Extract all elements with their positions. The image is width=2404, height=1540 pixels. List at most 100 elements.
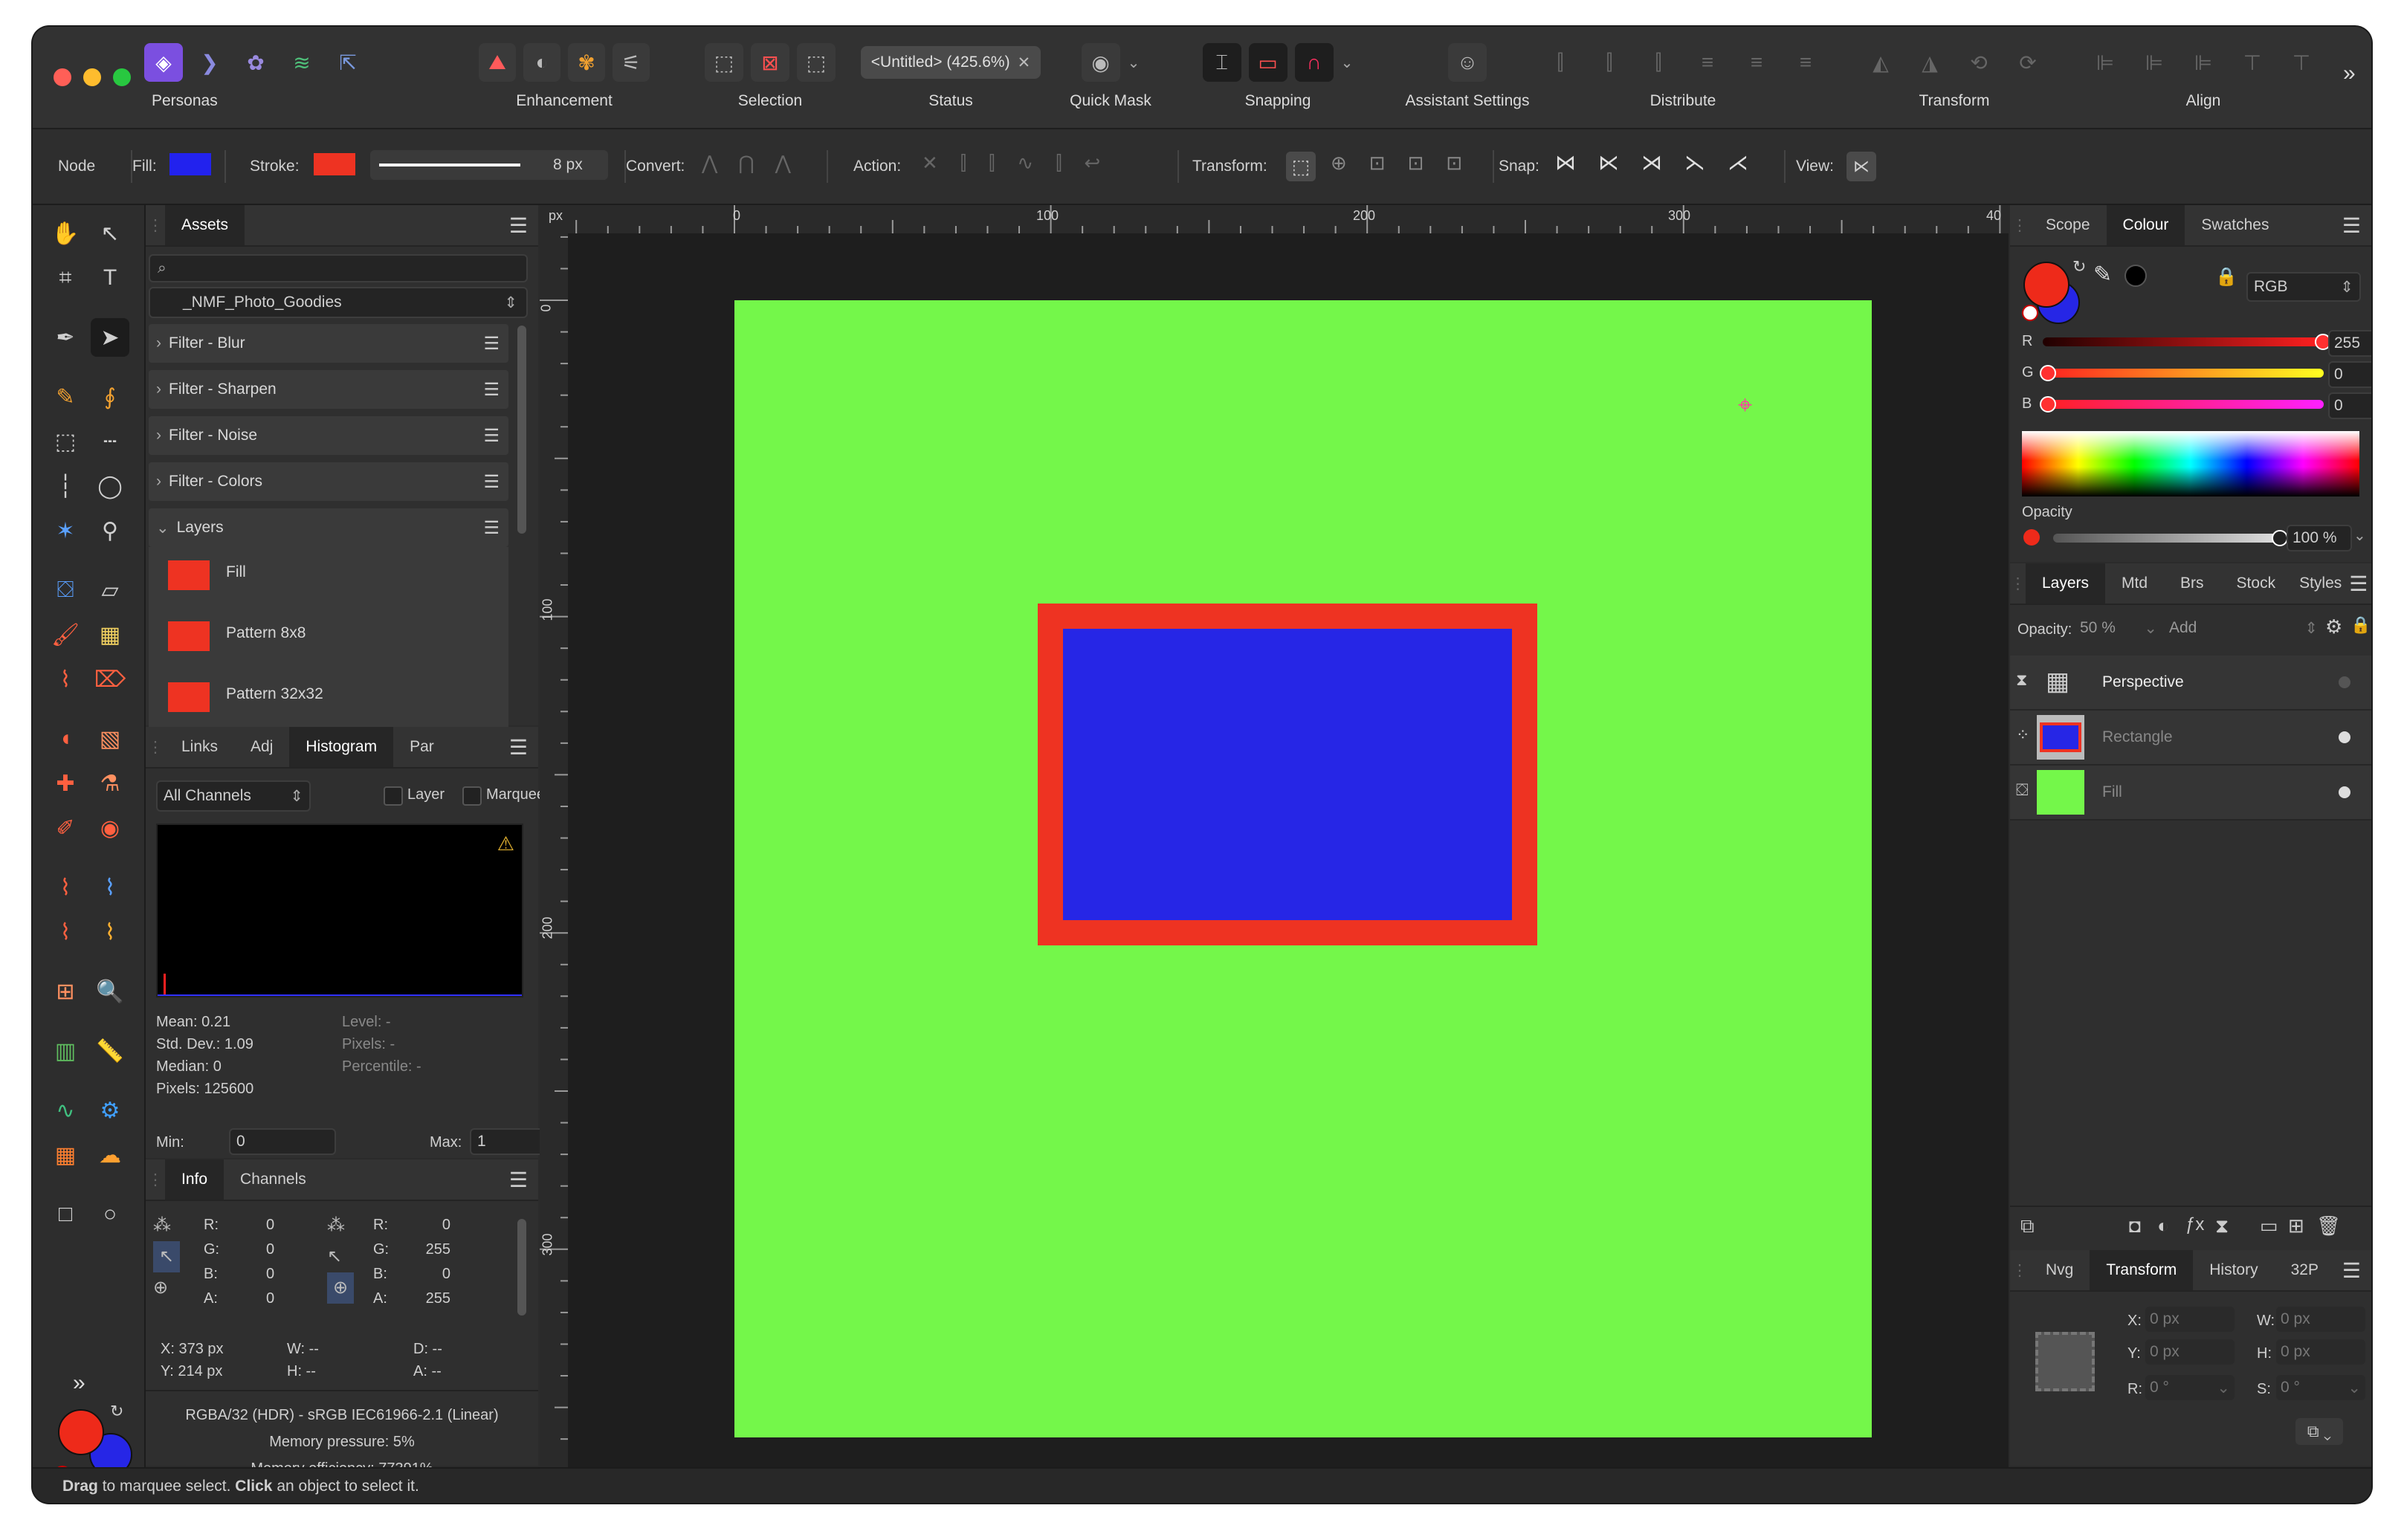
asset-group-row[interactable]: › Filter - Blur ☰ bbox=[149, 324, 508, 363]
tone-mapping-persona-icon[interactable]: ≋ bbox=[282, 43, 321, 82]
tab-history[interactable]: History bbox=[2193, 1250, 2274, 1290]
crosshair-icon[interactable]: ⊕ bbox=[153, 1272, 180, 1304]
pen-tool-icon[interactable]: ✒ bbox=[46, 318, 85, 357]
add-group-icon[interactable]: ▭ bbox=[2260, 1214, 2278, 1238]
delete-layer-icon[interactable]: 🗑 bbox=[2316, 1214, 2341, 1238]
red-eye-tool-icon[interactable]: ◉ bbox=[91, 809, 129, 847]
min-input[interactable]: 0 bbox=[229, 1128, 336, 1155]
flood-fill-tool-icon[interactable]: ⛋ bbox=[46, 571, 85, 609]
median-brush-tool-icon[interactable]: ⌇ bbox=[91, 913, 129, 951]
transform-options-icons[interactable]: ⊕⊡⊡⊡ bbox=[1331, 152, 1484, 175]
tab-layers[interactable]: Layers bbox=[2026, 563, 2106, 604]
no-colour-icon[interactable] bbox=[2022, 305, 2038, 321]
layer-checkbox[interactable] bbox=[384, 786, 403, 806]
flood-select-tool-icon[interactable]: ✶ bbox=[46, 511, 85, 550]
action-icons[interactable]: ✕⫿⫿∿⫿↩ bbox=[922, 152, 1122, 175]
stroke-swatch[interactable] bbox=[314, 153, 355, 175]
asset-group-row-expanded[interactable]: ⌄ Layers ☰ bbox=[149, 508, 508, 547]
top-ruler[interactable]: px 0 100 200 300 40 bbox=[540, 205, 2009, 233]
channel-select[interactable]: All Channels ⇕ bbox=[156, 780, 311, 812]
g-slider[interactable] bbox=[2040, 365, 2324, 381]
color-replacement-tool-icon[interactable]: ⌇ bbox=[46, 660, 85, 699]
photo-persona-icon[interactable]: ◈ bbox=[144, 43, 183, 82]
adjustment-icon[interactable]: ◐ bbox=[2157, 1214, 2169, 1238]
rectangular-marquee-icon[interactable]: ⬚ bbox=[46, 422, 85, 461]
b-value-input[interactable]: 0 bbox=[2328, 392, 2371, 419]
asset-group-row[interactable]: › Filter - Colors ☰ bbox=[149, 462, 508, 501]
panel-menu-icon[interactable]: ☰ bbox=[509, 213, 528, 238]
pixel-tool-icon[interactable]: ▦ bbox=[91, 615, 129, 654]
invert-selection-icon[interactable]: ⬚ bbox=[797, 43, 836, 82]
layer-row-fill[interactable]: ⛋ Fill bbox=[2010, 766, 2371, 821]
group-menu-icon[interactable]: ☰ bbox=[483, 425, 500, 447]
toolbar-overflow-icon[interactable]: » bbox=[2343, 61, 2356, 86]
colour-model-select[interactable]: RGB ⇕ bbox=[2246, 272, 2361, 302]
rotation-input[interactable]: 0 ° ⌄ bbox=[2145, 1375, 2235, 1400]
layer-visibility-toggle[interactable] bbox=[2339, 786, 2350, 798]
mask-layer-icon[interactable]: ◘ bbox=[2129, 1214, 2141, 1238]
opacity-chevron-icon[interactable]: ⌄ bbox=[2353, 526, 2366, 545]
group-menu-icon[interactable]: ☰ bbox=[483, 471, 500, 493]
tab-transform[interactable]: Transform bbox=[2090, 1250, 2194, 1290]
layer-lock-icon[interactable]: 🔒 bbox=[2350, 615, 2371, 635]
opacity-slider-thumb[interactable] bbox=[2272, 530, 2288, 546]
shear-input[interactable]: 0 ° ⌄ bbox=[2276, 1375, 2365, 1400]
deselect-icon[interactable]: ⊠ bbox=[751, 43, 789, 82]
document-canvas[interactable]: ⌖ bbox=[734, 300, 1872, 1437]
flip-horizontal-icon[interactable]: ◭ bbox=[1861, 43, 1900, 82]
group-menu-icon[interactable]: ☰ bbox=[483, 333, 500, 355]
distribute-6-icon[interactable]: ≡ bbox=[1786, 43, 1825, 82]
layer-comp-icon[interactable]: ⧉ bbox=[2020, 1214, 2035, 1238]
freehand-selection-tool-icon[interactable]: ∮ bbox=[91, 378, 129, 416]
rectangle-stroke[interactable] bbox=[1038, 604, 1537, 945]
canvas-area[interactable]: px 0 100 200 300 40 0 100 200 300 ⌖ bbox=[539, 205, 2009, 1497]
align-top-icon[interactable]: ⊤ bbox=[2233, 43, 2272, 82]
distribute-2-icon[interactable]: ⫿ bbox=[1590, 43, 1629, 82]
colour-sample-icon[interactable]: ⁂ bbox=[327, 1210, 354, 1241]
levels-icon[interactable]: ⛰ bbox=[479, 43, 516, 82]
tab-32p[interactable]: 32P bbox=[2275, 1250, 2335, 1290]
swap-colours-icon[interactable]: ↻ bbox=[2072, 257, 2086, 276]
asset-thumbnail[interactable] bbox=[168, 621, 210, 651]
align-center-icon[interactable]: ⊫ bbox=[2135, 43, 2174, 82]
colour-sample-icon[interactable]: ⁂ bbox=[153, 1210, 180, 1241]
chevron-down-icon[interactable]: ⌄ bbox=[1128, 54, 1140, 72]
layer-visibility-toggle[interactable] bbox=[2339, 731, 2350, 743]
convert-icons[interactable]: ⋀⋂⋀ bbox=[702, 152, 812, 175]
node-tool-icon[interactable]: ➤ bbox=[91, 318, 129, 357]
snap-guides-icon[interactable]: ▭ bbox=[1248, 43, 1287, 82]
align-right-icon[interactable]: ⊫ bbox=[2184, 43, 2223, 82]
ellipse-tool-icon[interactable]: ○ bbox=[91, 1195, 129, 1234]
layer-row-rectangle[interactable]: ⁘ Rectangle bbox=[2010, 711, 2371, 766]
liquify-persona-icon[interactable]: ❯ bbox=[190, 43, 229, 82]
healing-brush-tool-icon[interactable]: ✚ bbox=[46, 764, 85, 803]
artistic-text-tool-icon[interactable]: T bbox=[91, 259, 129, 297]
close-window-button[interactable] bbox=[54, 68, 71, 86]
colour-spectrum[interactable] bbox=[2022, 431, 2359, 496]
burn-brush-tool-icon[interactable]: ▧ bbox=[91, 719, 129, 758]
marquee-checkbox[interactable] bbox=[462, 786, 482, 806]
tab-histogram[interactable]: Histogram bbox=[289, 727, 394, 767]
r-slider[interactable] bbox=[2043, 334, 2331, 350]
auto-colour-icon[interactable]: ✾ bbox=[568, 43, 605, 82]
max-input[interactable]: 1 bbox=[470, 1128, 550, 1155]
distribute-4-icon[interactable]: ≡ bbox=[1688, 43, 1727, 82]
g-slider-thumb[interactable] bbox=[2040, 365, 2056, 381]
pointer-icon[interactable]: ↖ bbox=[327, 1241, 354, 1272]
color-picker-tool-icon[interactable]: ⚲ bbox=[91, 511, 129, 550]
blemish-tool-icon[interactable]: ✐ bbox=[46, 809, 85, 847]
tab-scope[interactable]: Scope bbox=[2029, 205, 2107, 245]
zoom-tool-icon[interactable]: 🔍 bbox=[91, 972, 129, 1011]
left-ruler[interactable]: 0 100 200 300 bbox=[539, 233, 568, 1497]
elliptical-marquee-icon[interactable]: ◯ bbox=[91, 467, 129, 505]
settings-gear-icon[interactable]: ⚙ bbox=[91, 1091, 129, 1130]
assistant-icon[interactable]: ☺ bbox=[1448, 43, 1487, 82]
h-input[interactable]: 0 px bbox=[2276, 1339, 2365, 1365]
stroke-width-slider[interactable]: 8 px bbox=[370, 150, 608, 180]
align-middle-icon[interactable]: ⊤ bbox=[2282, 43, 2321, 82]
assets-search-input[interactable]: ⌕ bbox=[149, 254, 528, 282]
blend-mode-select[interactable]: Add ⇕ bbox=[2169, 615, 2318, 641]
info-scrollbar[interactable] bbox=[517, 1219, 526, 1316]
document-tab[interactable]: <Untitled> (425.6%) ✕ bbox=[860, 46, 1041, 79]
tab-adj[interactable]: Adj bbox=[234, 727, 289, 767]
